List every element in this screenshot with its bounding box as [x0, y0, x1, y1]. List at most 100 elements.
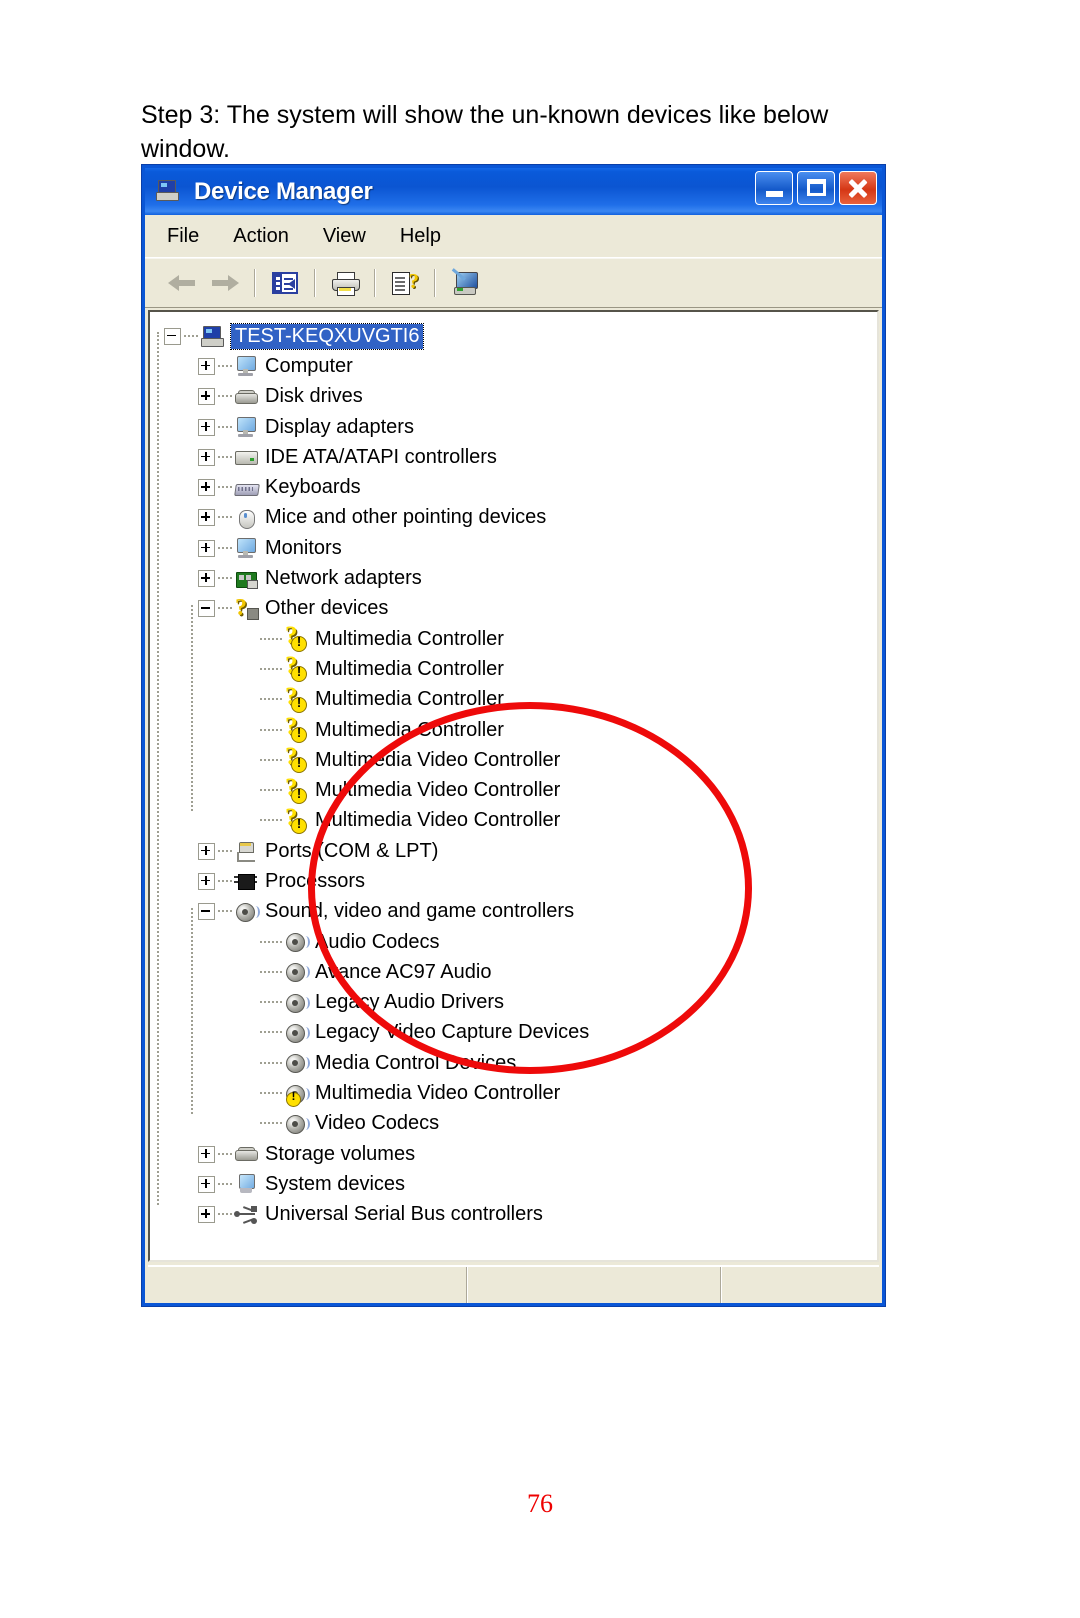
tree-item[interactable]: ? Multimedia Video Controller	[164, 775, 877, 805]
ide-icon	[234, 446, 258, 468]
tree-item-label: Processors	[265, 869, 366, 892]
tree-item[interactable]: ! Multimedia Video Controller	[164, 1078, 877, 1108]
computer-icon	[200, 325, 224, 348]
tree-connector-line	[260, 698, 282, 701]
forward-icon	[211, 275, 239, 291]
toolbar-separator-2	[314, 269, 316, 297]
tree-connector-line	[218, 607, 232, 610]
tree-item[interactable]: Mice and other pointing devices	[164, 503, 877, 533]
toolbar-separator-3	[374, 269, 376, 297]
page-number: 76	[527, 1489, 553, 1518]
close-button[interactable]	[839, 171, 877, 205]
tree-item-label: Legacy Audio Drivers	[315, 991, 504, 1014]
tree-item-label: Multimedia Controller	[315, 718, 504, 741]
tree-item[interactable]: ? Multimedia Video Controller	[164, 805, 877, 836]
tree-item[interactable]: Processors	[164, 866, 877, 896]
tree-connector-line	[218, 1213, 232, 1216]
window-client-area: File Action View Help ? TEST-KEQXUVGTI6 …	[145, 215, 882, 1303]
expand-icon[interactable]	[198, 388, 215, 406]
tree-connector-line	[260, 758, 282, 762]
tree-connector-line	[260, 1122, 282, 1125]
tree-item[interactable]: ? Multimedia Controller	[164, 653, 877, 684]
collapse-icon[interactable]	[198, 903, 215, 921]
expand-icon[interactable]	[198, 842, 215, 860]
minimize-button[interactable]	[755, 171, 793, 205]
expand-icon[interactable]	[198, 418, 215, 436]
tree-item[interactable]: Universal Serial Bus controllers	[164, 1200, 877, 1230]
tree-item-label: Network adapters	[265, 567, 422, 590]
tree-connector-line	[218, 516, 232, 519]
expand-icon[interactable]	[198, 509, 215, 527]
menu-item-file[interactable]: File	[167, 225, 199, 248]
tree-item[interactable]: Ports (COM & LPT)	[164, 836, 877, 866]
print-properties-button[interactable]	[323, 263, 367, 303]
tree-connector-line	[218, 455, 232, 459]
maximize-button[interactable]	[797, 171, 835, 205]
tree-item[interactable]: Keyboards	[164, 472, 877, 502]
tree-connector-line	[184, 334, 198, 338]
device-tree-pane[interactable]: TEST-KEQXUVGTI6 Computer Disk drives Displa…	[148, 310, 879, 1262]
tree-item[interactable]: ? Multimedia Controller	[164, 714, 877, 745]
tree-item[interactable]: Network adapters	[164, 563, 877, 593]
tree-connector-line	[260, 728, 282, 732]
tree-connector-line	[260, 940, 282, 944]
tree-item[interactable]: Sound, video and game controllers	[164, 897, 877, 927]
tree-item[interactable]: ? Other devices	[164, 594, 877, 624]
tree-item[interactable]: Media Control Devices	[164, 1048, 877, 1078]
question-warning-icon: ?	[284, 684, 308, 713]
tree-item[interactable]: ? Multimedia Controller	[164, 623, 877, 654]
tree-item[interactable]: Legacy Audio Drivers	[164, 988, 877, 1018]
help-button[interactable]: ?	[383, 263, 427, 303]
tree-item[interactable]: Monitors	[164, 533, 877, 563]
tree-connector-line	[218, 849, 232, 853]
tree-item[interactable]: Disk drives	[164, 382, 877, 412]
monitor-icon	[234, 416, 258, 438]
collapse-icon[interactable]	[164, 327, 181, 345]
tree-item[interactable]: ? Multimedia Video Controller	[164, 744, 877, 775]
menu-item-action[interactable]: Action	[233, 225, 289, 248]
tree-item[interactable]: System devices	[164, 1169, 877, 1199]
tree-item-label: Other devices	[265, 597, 389, 620]
show-hide-console-tree-button[interactable]	[263, 263, 307, 303]
tree-item[interactable]: Storage volumes	[164, 1139, 877, 1169]
tree-root-item[interactable]: TEST-KEQXUVGTI6	[164, 321, 877, 351]
forward-button[interactable]	[203, 263, 247, 303]
monitor-icon	[234, 537, 258, 559]
menu-item-help[interactable]: Help	[400, 225, 441, 248]
tree-item[interactable]: Legacy Video Capture Devices	[164, 1018, 877, 1048]
tree-item-label: Video Codecs	[315, 1112, 440, 1135]
question-warning-icon: ?	[284, 623, 308, 653]
tree-item[interactable]: Avance AC97 Audio	[164, 957, 877, 987]
tree-item[interactable]: Computer	[164, 351, 877, 381]
collapse-icon[interactable]	[198, 600, 215, 618]
back-button[interactable]	[159, 263, 203, 303]
expand-icon[interactable]	[198, 479, 215, 497]
back-icon	[167, 275, 195, 291]
expand-icon[interactable]	[198, 1145, 215, 1163]
expand-icon[interactable]	[198, 448, 215, 466]
tree-item-label: Computer	[265, 354, 353, 377]
expand-icon[interactable]	[198, 357, 215, 375]
expand-icon[interactable]	[198, 1206, 215, 1224]
expand-icon[interactable]	[198, 872, 215, 890]
speaker-icon	[284, 1113, 310, 1135]
menu-item-view[interactable]: View	[323, 225, 366, 248]
window-title-bar[interactable]: Device Manager	[145, 168, 882, 215]
toolbar-separator-4	[434, 269, 436, 297]
tree-connector-line	[218, 910, 232, 913]
keyboard-icon	[234, 477, 260, 499]
tree-item-label: Sound, video and game controllers	[265, 900, 575, 923]
tree-item[interactable]: Audio Codecs	[164, 927, 877, 957]
tree-item[interactable]: ? Multimedia Controller	[164, 684, 877, 715]
scan-for-hardware-changes-button[interactable]	[443, 263, 487, 303]
tree-item[interactable]: IDE ATA/ATAPI controllers	[164, 442, 877, 472]
expand-icon[interactable]	[198, 1175, 215, 1193]
tree-item[interactable]: Display adapters	[164, 412, 877, 442]
expand-icon[interactable]	[198, 570, 215, 588]
tree-item[interactable]: Video Codecs	[164, 1109, 877, 1139]
expand-icon[interactable]	[198, 539, 215, 557]
